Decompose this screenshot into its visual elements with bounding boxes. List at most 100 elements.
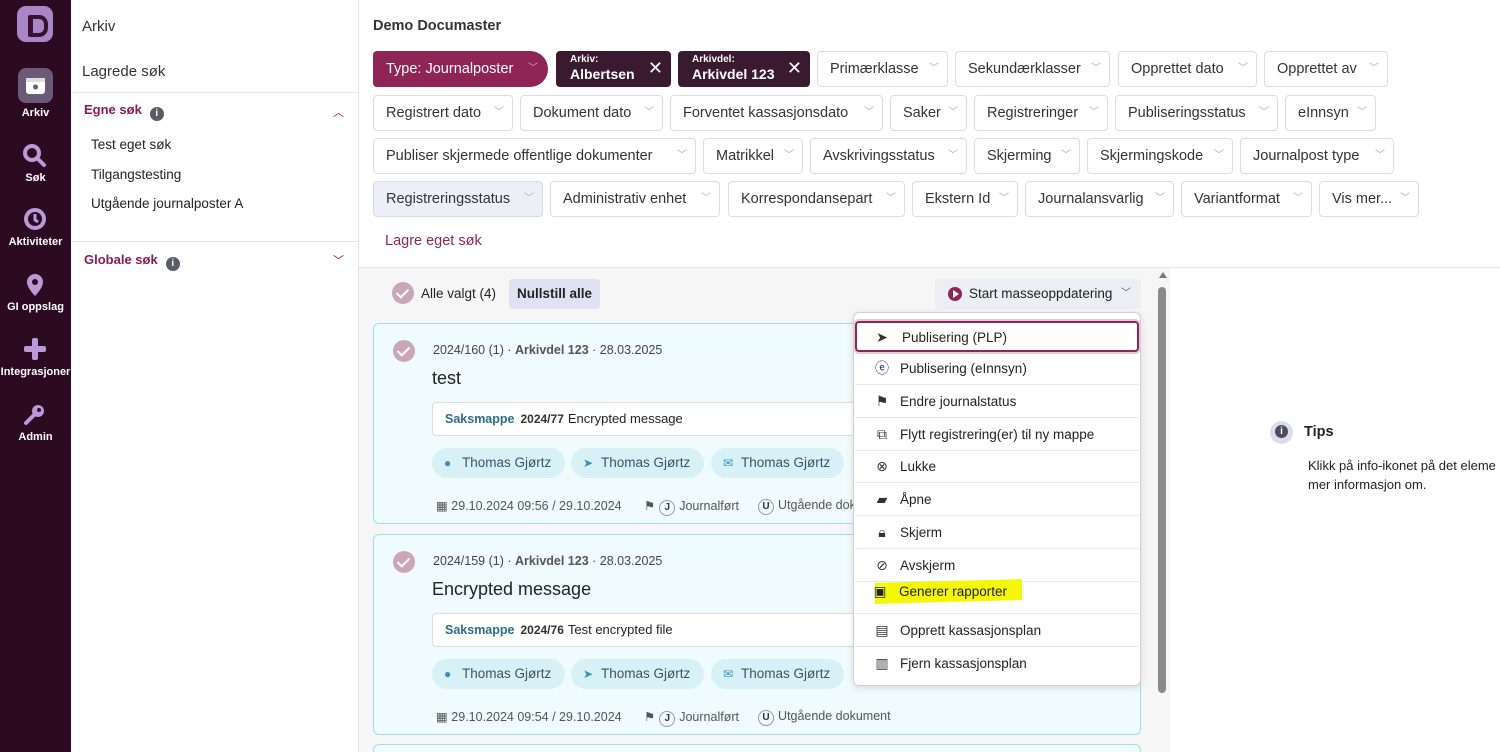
archive-part-value: Arkivdel 123: [692, 66, 775, 82]
sidebar-item-own-search[interactable]: Tilgangstesting: [91, 167, 181, 182]
record-type: U Utgående dokument: [754, 709, 891, 726]
record-title[interactable]: Encrypted message: [432, 579, 591, 600]
remove-filter-close-icon[interactable]: ✕: [787, 58, 802, 79]
case-folder-link[interactable]: Saksmappe 2024/76 Test encrypted file: [432, 613, 862, 647]
record-title[interactable]: test: [432, 368, 461, 389]
filter-label: Registreringer: [987, 105, 1079, 121]
documaster-logo-icon[interactable]: [17, 6, 53, 42]
party-pill[interactable]: ➤ Thomas Gjørtz: [571, 659, 705, 689]
select-all-checkbox[interactable]: [392, 282, 414, 304]
type-filter-chip[interactable]: Type: Journalposter ﹀: [373, 51, 548, 87]
filter-chip[interactable]: Skjerming ﹀: [974, 138, 1080, 174]
filter-chip[interactable]: Journalpost type ﹀: [1240, 138, 1394, 174]
filter-chip[interactable]: Variantformat ﹀: [1181, 181, 1312, 217]
filter-label: Opprettet dato: [1131, 61, 1224, 77]
filter-chip[interactable]: Registreringsstatus ﹀: [373, 181, 543, 217]
rail-label: Søk: [25, 172, 46, 184]
tips-body: Klikk på info-ikonet på det eleme mer in…: [1308, 458, 1496, 492]
filter-chip[interactable]: Sekundærklasser ﹀: [955, 51, 1110, 87]
menu-item-change-status[interactable]: ⚑ Endre journalstatus: [855, 385, 1139, 418]
chevron-up-icon[interactable]: ︿: [333, 104, 344, 120]
party-pill[interactable]: ● Thomas Gjørtz: [432, 448, 566, 478]
filter-chip[interactable]: Ekstern Id ﹀: [912, 181, 1018, 217]
menu-item-label: Publisering (eInnsyn): [900, 361, 1027, 376]
menu-item-publishing-einnsyn[interactable]: ⓔ Publisering (eInnsyn): [855, 352, 1139, 385]
save-own-search-link[interactable]: Lagre eget søk: [385, 233, 482, 249]
case-folder-link[interactable]: Saksmappe 2024/77 Encrypted message: [432, 402, 862, 436]
rail-item-integrasjoner[interactable]: Integrasjoner: [0, 333, 71, 395]
chevron-down-icon: ﹀: [948, 107, 958, 118]
rail-item-gi-oppslag[interactable]: GI oppslag: [0, 268, 71, 330]
party-pill[interactable]: ➤ Thomas Gjørtz: [571, 448, 705, 478]
registered-date: 29.10.2024: [559, 499, 622, 513]
filter-chip[interactable]: Korrespondansepart ﹀: [728, 181, 905, 217]
filter-chip[interactable]: Opprettet dato ﹀: [1118, 51, 1257, 87]
filter-chip[interactable]: Skjermingskode ﹀: [1087, 138, 1233, 174]
archive-filter-chip[interactable]: Arkiv: Albertsen ✕: [556, 51, 671, 87]
sidebar-item-own-search[interactable]: Utgående journalposter A: [91, 196, 243, 211]
menu-item-screen[interactable]: 🔒︎ Skjerm: [855, 516, 1139, 549]
filter-chip[interactable]: Administrativ enhet ﹀: [550, 181, 720, 217]
archive-part-filter-chip[interactable]: Arkivdel: Arkivdel 123 ✕: [678, 51, 810, 87]
filter-chip[interactable]: Registreringer ﹀: [974, 95, 1108, 131]
mass-update-button[interactable]: Start masseoppdatering ﹀: [935, 279, 1141, 309]
filter-label: Registreringsstatus: [386, 191, 511, 207]
info-icon[interactable]: i: [149, 107, 164, 121]
filter-chip[interactable]: eInnsyn ﹀: [1285, 95, 1376, 131]
rail-item-aktiviteter[interactable]: Aktiviteter: [0, 203, 71, 265]
menu-item-open[interactable]: ▰ Åpne: [855, 483, 1139, 516]
archive-part-caption: Arkivdel:: [692, 54, 735, 65]
party-pill[interactable]: ✉ Thomas Gjørtz: [711, 448, 845, 478]
menu-item-create-disposal-plan[interactable]: ▤ Opprett kassasjonsplan: [855, 614, 1139, 647]
menu-item-unscreen[interactable]: ⊘ Avskjerm: [855, 549, 1139, 582]
party-pill[interactable]: ● Thomas Gjørtz: [432, 659, 566, 689]
reset-all-button[interactable]: Nullstill alle: [509, 279, 600, 309]
global-searches-toggle[interactable]: Globale søk i: [84, 252, 180, 271]
case-label: Saksmappe: [445, 623, 515, 637]
own-searches-toggle[interactable]: Egne søk i: [84, 102, 164, 121]
filter-chip[interactable]: Saker ﹀: [890, 95, 967, 131]
rail-item-sok[interactable]: Søk: [0, 139, 71, 201]
filter-label: Publiser skjermede offentlige dokumenter: [386, 148, 653, 164]
filter-label: Vis mer...: [1332, 191, 1393, 207]
filter-chip[interactable]: Matrikkel ﹀: [703, 138, 803, 174]
filter-chip[interactable]: Publiseringsstatus ﹀: [1115, 95, 1278, 131]
remove-filter-close-icon[interactable]: ✕: [648, 58, 663, 79]
filter-chip[interactable]: Primærklasse ﹀: [817, 51, 948, 87]
menu-item-remove-disposal-plan[interactable]: ▥ Fjern kassasjonsplan: [855, 647, 1139, 680]
filter-chip[interactable]: Forventet kassasjonsdato ﹀: [670, 95, 883, 131]
chevron-down-icon: ﹀: [929, 63, 939, 74]
party-pill[interactable]: ✉ Thomas Gjørtz: [711, 659, 845, 689]
rail-item-arkiv[interactable]: Arkiv: [0, 68, 71, 130]
filter-chip[interactable]: Vis mer... ﹀: [1319, 181, 1419, 217]
filter-chip[interactable]: Dokument dato ﹀: [520, 95, 663, 131]
menu-item-close[interactable]: ⊗ Lukke: [855, 450, 1139, 483]
chevron-down-icon: ﹀: [1089, 107, 1099, 118]
chevron-down-icon: ﹀: [644, 107, 654, 118]
rail-item-admin[interactable]: Admin: [0, 398, 71, 460]
record-checkbox[interactable]: [393, 340, 415, 362]
menu-item-move[interactable]: ⧉ Flytt registrering(er) til ny mappe: [855, 418, 1139, 451]
mail-icon: ✉: [723, 456, 734, 470]
menu-item-publishing-plp[interactable]: ➤ Publisering (PLP): [855, 321, 1139, 352]
filter-chip[interactable]: Publiser skjermede offentlige dokumenter…: [373, 138, 696, 174]
filter-chip[interactable]: Registrert dato ﹀: [373, 95, 513, 131]
scroll-up-icon[interactable]: [1159, 272, 1167, 278]
flag-icon: ⚑: [644, 710, 656, 724]
record-checkbox[interactable]: [393, 551, 415, 573]
filter-chip[interactable]: Journalansvarlig ﹀: [1025, 181, 1174, 217]
info-icon[interactable]: i: [165, 257, 180, 271]
chevron-down-icon: ﹀: [886, 193, 896, 204]
chevron-down-icon[interactable]: ﹀: [333, 252, 344, 268]
list-scrollbar[interactable]: [1156, 270, 1168, 752]
scroll-thumb[interactable]: [1158, 287, 1166, 693]
sidebar-item-own-search[interactable]: Test eget søk: [91, 137, 171, 152]
chevron-down-icon: ﹀: [784, 150, 794, 161]
filter-chip[interactable]: Avskrivingsstatus ﹀: [810, 138, 967, 174]
lock-icon: 🔒︎: [878, 524, 886, 540]
record-card[interactable]: [373, 744, 1141, 752]
filter-label: Journalansvarlig: [1038, 191, 1144, 207]
filter-chip[interactable]: Opprettet av ﹀: [1264, 51, 1388, 87]
generate-reports-label-row[interactable]: ▣ Generer rapporter: [873, 584, 1007, 600]
play-icon: [948, 287, 962, 301]
